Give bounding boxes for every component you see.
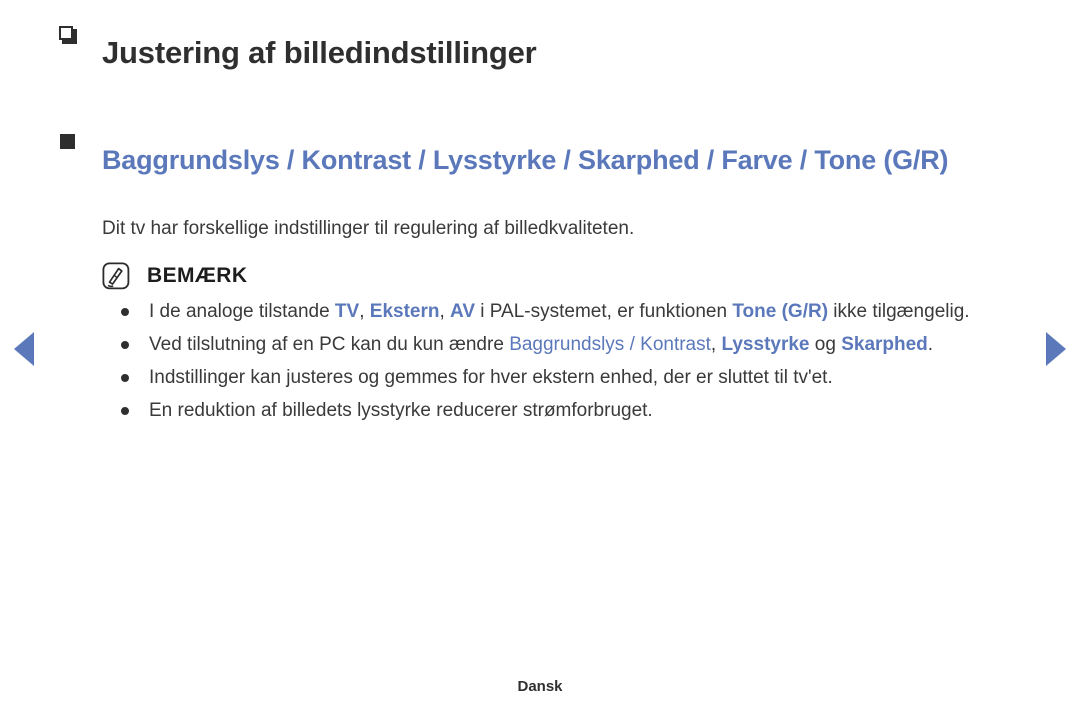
keyword-text: Baggrundslys / Kontrast bbox=[509, 333, 711, 355]
keyword-text: AV bbox=[450, 300, 476, 322]
square-outline-bullet-icon bbox=[59, 26, 77, 44]
text-run: , bbox=[439, 300, 451, 322]
note-list: I de analoge tilstande TV, Ekstern, AV i… bbox=[102, 298, 1024, 425]
keyword-text: Lysstyrke bbox=[721, 333, 810, 355]
page-content: Justering af billedindstillinger Baggrun… bbox=[56, 0, 1024, 424]
section-lead-paragraph: Dit tv har forskellige indstillinger til… bbox=[102, 218, 635, 240]
keyword-text: Tone (G/R) bbox=[732, 300, 829, 322]
text-run: I de analoge tilstande bbox=[149, 300, 335, 322]
note-item-text-1: Ved tilslutning af en PC kan du kun ændr… bbox=[149, 331, 994, 359]
manual-page: Justering af billedindstillinger Baggrun… bbox=[0, 0, 1080, 705]
note-header: BEMÆRK bbox=[102, 262, 1024, 290]
keyword-text: Ekstern bbox=[369, 300, 440, 322]
bullet-dot-icon bbox=[121, 373, 129, 382]
text-run: Indstillinger kan justeres og gemmes for… bbox=[149, 366, 833, 388]
list-item: Indstillinger kan justeres og gemmes for… bbox=[102, 364, 1024, 392]
text-run: ikke tilgængelig. bbox=[828, 300, 970, 322]
bullet-dot-icon bbox=[121, 406, 129, 415]
text-run: En reduktion af billedets lysstyrke redu… bbox=[149, 399, 653, 421]
keyword-text: Skarphed bbox=[841, 333, 928, 355]
section-heading-row: Baggrundslys / Kontrast / Lysstyrke / Sk… bbox=[56, 121, 1024, 200]
page-title-row: Justering af billedindstillinger bbox=[56, 12, 1024, 94]
text-run: og bbox=[809, 333, 842, 355]
prev-page-arrow-icon[interactable] bbox=[14, 332, 34, 366]
footer-language-label: Dansk bbox=[517, 678, 563, 695]
section-heading: Baggrundslys / Kontrast / Lysstyrke / Sk… bbox=[102, 145, 949, 176]
page-title: Justering af billedindstillinger bbox=[102, 34, 537, 70]
square-filled-bullet-icon bbox=[60, 133, 75, 149]
next-page-arrow-icon[interactable] bbox=[1046, 332, 1066, 366]
text-run: , bbox=[359, 300, 370, 322]
list-item: Ved tilslutning af en PC kan du kun ændr… bbox=[102, 331, 1024, 359]
note-pencil-icon bbox=[102, 262, 132, 290]
list-item: En reduktion af billedets lysstyrke redu… bbox=[102, 397, 1024, 425]
text-run: i PAL-systemet, er funktionen bbox=[475, 300, 733, 322]
note-item-text-3: En reduktion af billedets lysstyrke redu… bbox=[149, 397, 994, 425]
section-body: Dit tv har forskellige indstillinger til… bbox=[102, 215, 1024, 424]
text-run: . bbox=[927, 333, 934, 355]
note-item-text-0: I de analoge tilstande TV, Ekstern, AV i… bbox=[149, 298, 994, 326]
bullet-dot-icon bbox=[121, 340, 129, 349]
bullet-dot-icon bbox=[121, 307, 129, 316]
note-label: BEMÆRK bbox=[147, 263, 248, 287]
text-run: Ved tilslutning af en PC kan du kun ændr… bbox=[149, 333, 510, 355]
keyword-text: TV bbox=[334, 300, 360, 322]
text-run: , bbox=[710, 333, 722, 355]
note-item-text-2: Indstillinger kan justeres og gemmes for… bbox=[149, 364, 994, 392]
list-item: I de analoge tilstande TV, Ekstern, AV i… bbox=[102, 298, 1024, 326]
